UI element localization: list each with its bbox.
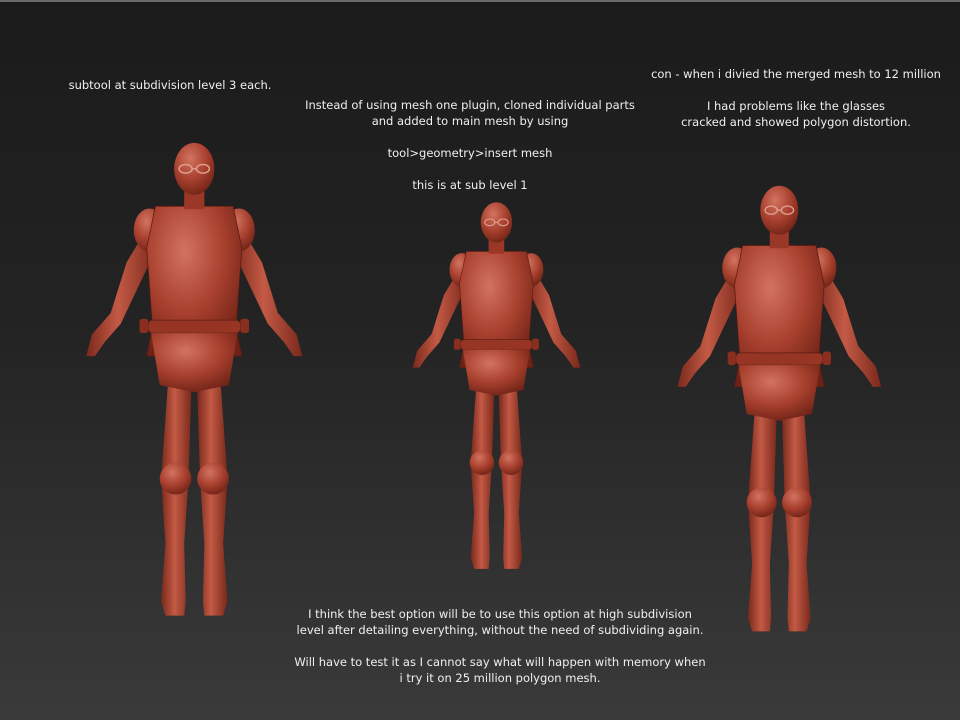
sculpt-figure-left <box>30 140 360 630</box>
sculpt-figure-center <box>370 200 624 580</box>
sculpt-figure-icon <box>412 201 581 570</box>
window-top-border <box>0 0 960 2</box>
sculpt-figure-icon <box>676 185 882 633</box>
sculpt-figure-icon <box>85 142 304 617</box>
sculpt-figure-right <box>620 183 940 645</box>
note-left-subtool-level: subtool at subdivision level 3 each. <box>68 78 272 92</box>
note-right-problems: con - when i divied the merged mesh to 1… <box>651 67 941 129</box>
